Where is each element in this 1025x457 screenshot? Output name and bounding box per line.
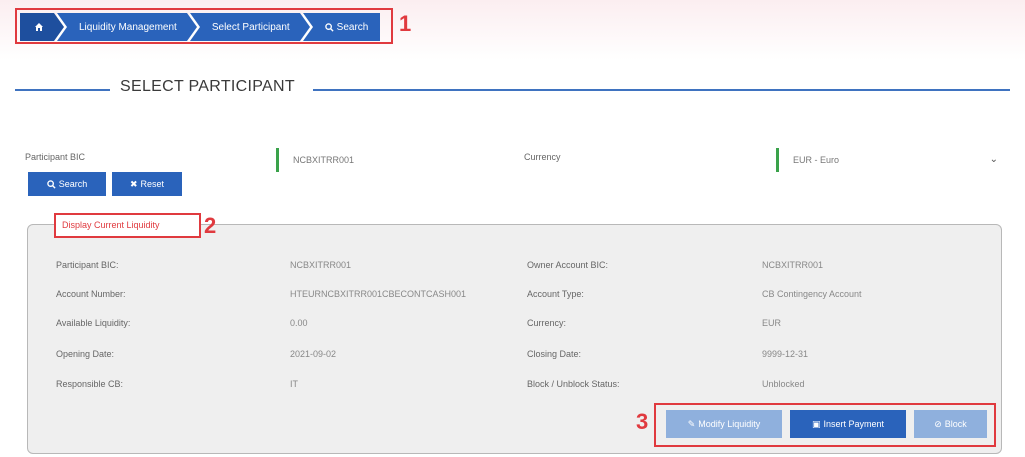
chevron-down-icon: ⌄	[989, 154, 998, 165]
detail-label: Account Number:	[56, 289, 126, 299]
close-icon: ✖	[129, 178, 138, 189]
detail-label: Currency:	[527, 318, 567, 328]
breadcrumb-liquidity-management[interactable]: Liquidity Management	[57, 13, 200, 41]
detail-value: EUR	[762, 318, 782, 328]
breadcrumb: Liquidity Management Select Participant …	[20, 13, 383, 41]
detail-value: NCBXITRR001	[762, 260, 824, 270]
participant-bic-label: Participant BIC	[25, 152, 86, 162]
title-rule-right	[313, 89, 1010, 91]
block-button[interactable]: ⊘ Block	[914, 410, 987, 438]
home-icon	[35, 23, 43, 31]
currency-select[interactable]: EUR - Euro ⌄	[776, 148, 1006, 172]
search-icon	[46, 179, 56, 189]
payment-icon: ▣	[811, 418, 821, 429]
search-button[interactable]: Search	[28, 172, 106, 196]
marker-1: 1	[399, 11, 412, 36]
detail-value: NCBXITRR001	[290, 260, 352, 270]
detail-value: 9999-12-31	[762, 349, 809, 359]
insert-payment-label: Insert Payment	[823, 419, 885, 429]
detail-label: Owner Account BIC:	[527, 260, 609, 270]
detail-value: IT	[290, 379, 298, 389]
breadcrumb-label: Select Participant	[211, 21, 290, 33]
search-icon	[324, 22, 334, 32]
breadcrumb-search[interactable]: Search	[302, 13, 381, 41]
insert-payment-button[interactable]: ▣ Insert Payment	[790, 410, 906, 438]
marker-3: 3	[636, 409, 649, 434]
detail-label: Account Type:	[527, 289, 584, 299]
participant-bic-input[interactable]: NCBXITRR001	[276, 148, 504, 172]
reset-button[interactable]: ✖ Reset	[112, 172, 182, 196]
detail-label: Opening Date:	[56, 349, 115, 359]
modify-liquidity-button[interactable]: ✎ Modify Liquidity	[666, 410, 782, 438]
breadcrumb-select-participant[interactable]: Select Participant	[189, 13, 313, 41]
detail-label: Block / Unblock Status:	[527, 379, 620, 389]
detail-value: HTEURNCBXITRR001CBECONTCASH001	[290, 289, 467, 299]
page-title: SELECT PARTICIPANT	[120, 78, 295, 95]
detail-value: 2021-09-02	[290, 349, 337, 359]
detail-value: CB Contingency Account	[762, 289, 862, 299]
edit-icon: ✎	[687, 418, 696, 429]
breadcrumb-label: Liquidity Management	[79, 21, 177, 33]
detail-value: Unblocked	[762, 379, 805, 389]
detail-label: Responsible CB:	[56, 379, 124, 389]
title-rule-left	[15, 89, 110, 91]
detail-value: 0.00	[290, 318, 308, 328]
block-icon: ⊘	[934, 418, 942, 429]
panel-legend: Display Current Liquidity	[54, 213, 201, 238]
detail-label: Closing Date:	[527, 349, 582, 359]
reset-button-label: Reset	[140, 179, 165, 189]
breadcrumb-label: Search	[336, 21, 369, 33]
modify-liquidity-label: Modify Liquidity	[698, 419, 761, 429]
currency-label: Currency	[524, 152, 561, 162]
detail-label: Available Liquidity:	[56, 318, 131, 328]
currency-value: EUR - Euro	[793, 155, 840, 165]
breadcrumb-home[interactable]	[20, 13, 67, 41]
detail-label: Participant BIC:	[56, 260, 119, 270]
block-label: Block	[944, 419, 967, 429]
marker-2: 2	[204, 213, 217, 238]
search-button-label: Search	[58, 179, 88, 189]
